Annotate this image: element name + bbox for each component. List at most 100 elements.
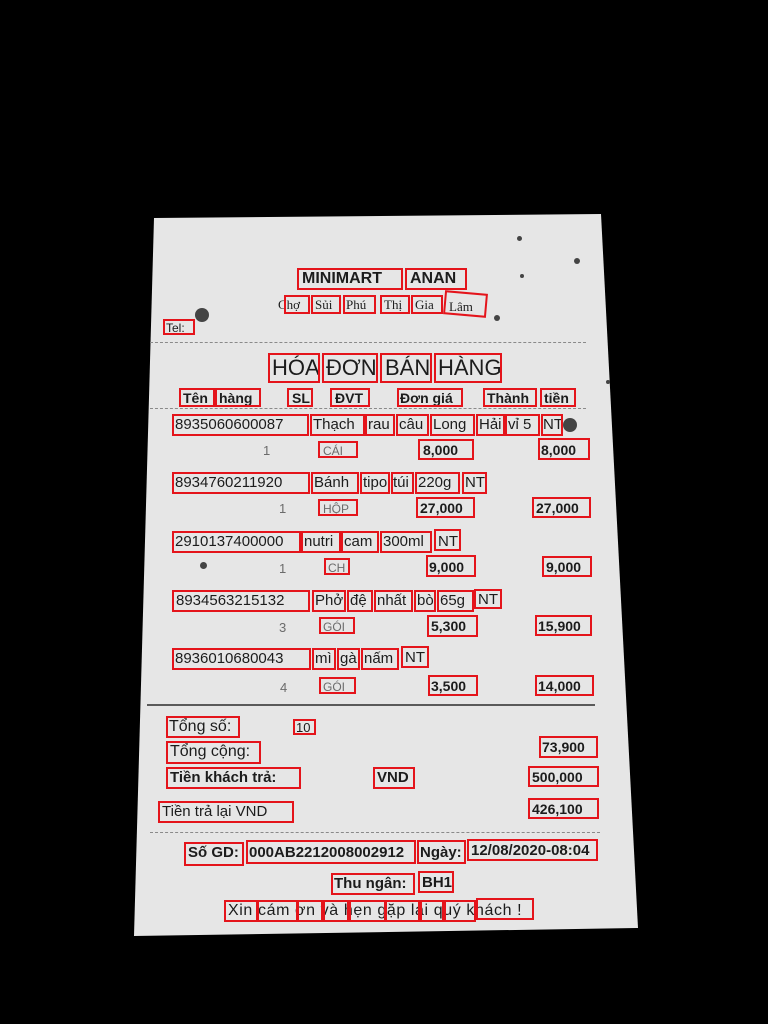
divider <box>150 832 600 833</box>
text-region-box <box>312 590 346 612</box>
paper-shape <box>134 214 638 936</box>
item-quantity: 3 <box>279 620 287 635</box>
text-region-box <box>310 414 365 436</box>
paper-speck <box>200 562 207 569</box>
text-region-box <box>374 590 413 612</box>
text-region-box <box>224 900 258 922</box>
item-quantity: 1 <box>279 561 287 576</box>
text-region-box <box>184 842 244 866</box>
text-region-box <box>373 767 415 789</box>
text-region-box <box>257 900 298 922</box>
text-region-box <box>319 617 355 634</box>
text-region-box <box>361 648 399 670</box>
text-region-box <box>365 414 395 436</box>
text-region-box <box>311 472 359 494</box>
text-region-box <box>532 497 591 518</box>
text-region-box <box>318 499 358 516</box>
text-region-box <box>311 295 341 314</box>
text-region-box <box>172 648 311 670</box>
text-region-box <box>166 716 240 738</box>
paper-speck <box>563 418 577 432</box>
text-region-box <box>538 438 590 460</box>
text-region-box <box>476 898 534 920</box>
text-region-box <box>401 646 429 668</box>
text-region-box <box>416 497 475 518</box>
text-region-box <box>172 414 309 436</box>
text-region-box <box>414 590 436 612</box>
text-region-box <box>331 873 415 895</box>
text-region-box <box>391 472 414 494</box>
text-region-box <box>318 441 358 458</box>
text-region-box <box>476 414 505 436</box>
text-region-box <box>360 472 390 494</box>
text-region-box <box>380 295 410 314</box>
text-region-box <box>542 556 592 577</box>
paper-speck <box>574 258 580 264</box>
paper-speck <box>494 315 500 321</box>
text-region-box <box>215 388 261 407</box>
text-region-box <box>341 531 379 553</box>
text-region-box <box>172 590 310 612</box>
text-region-box <box>268 353 320 383</box>
text-region-box <box>417 840 466 864</box>
text-region-box <box>443 290 488 318</box>
text-region-box <box>535 675 594 696</box>
text-region-box <box>426 555 476 577</box>
text-region-box <box>284 295 310 314</box>
text-region-box <box>483 388 537 407</box>
text-region-box <box>287 388 313 407</box>
text-region-box <box>428 675 478 696</box>
text-region-box <box>172 472 310 494</box>
text-region-box <box>330 388 370 407</box>
text-region-box <box>444 900 476 922</box>
text-region-box <box>337 648 360 670</box>
text-region-box <box>474 589 502 609</box>
paper-speck <box>517 236 522 241</box>
text-region-box <box>418 871 454 893</box>
text-region-box <box>411 295 443 314</box>
text-region-box <box>172 531 301 553</box>
divider <box>150 408 586 409</box>
text-region-box <box>505 414 540 436</box>
text-region-box <box>434 529 461 551</box>
text-region-box <box>405 268 467 290</box>
text-region-box <box>539 736 598 758</box>
text-region-box <box>415 472 460 494</box>
item-quantity: 1 <box>279 501 287 516</box>
text-region-box <box>397 388 463 407</box>
text-region-box <box>541 414 563 436</box>
text-region-box <box>323 900 349 922</box>
text-region-box <box>319 677 356 694</box>
text-region-box <box>158 801 294 823</box>
item-quantity: 4 <box>280 680 288 695</box>
text-region-box <box>166 767 301 789</box>
text-region-box <box>427 615 478 637</box>
text-region-box <box>297 900 323 922</box>
text-region-box <box>324 558 350 575</box>
text-region-box <box>301 531 341 553</box>
text-region-box <box>430 414 475 436</box>
item-quantity: 1 <box>263 443 271 458</box>
text-region-box <box>166 741 261 764</box>
paper-speck <box>606 380 610 384</box>
text-region-box <box>293 719 316 735</box>
text-region-box <box>163 319 195 335</box>
text-region-box <box>535 615 592 636</box>
text-region-box <box>467 839 598 861</box>
text-region-box <box>347 590 373 612</box>
text-region-box <box>462 472 487 494</box>
text-region-box <box>528 798 599 819</box>
paper-speck <box>520 274 524 278</box>
text-region-box <box>322 353 378 383</box>
paper-speck <box>195 308 209 322</box>
text-region-box <box>420 900 444 922</box>
text-region-box <box>396 414 429 436</box>
text-region-box <box>380 353 432 383</box>
divider <box>150 342 586 343</box>
text-region-box <box>246 840 416 864</box>
text-region-box <box>434 353 502 383</box>
text-region-box <box>385 900 420 922</box>
text-region-box <box>343 295 376 314</box>
text-region-box <box>179 388 215 407</box>
text-region-box <box>380 531 432 553</box>
